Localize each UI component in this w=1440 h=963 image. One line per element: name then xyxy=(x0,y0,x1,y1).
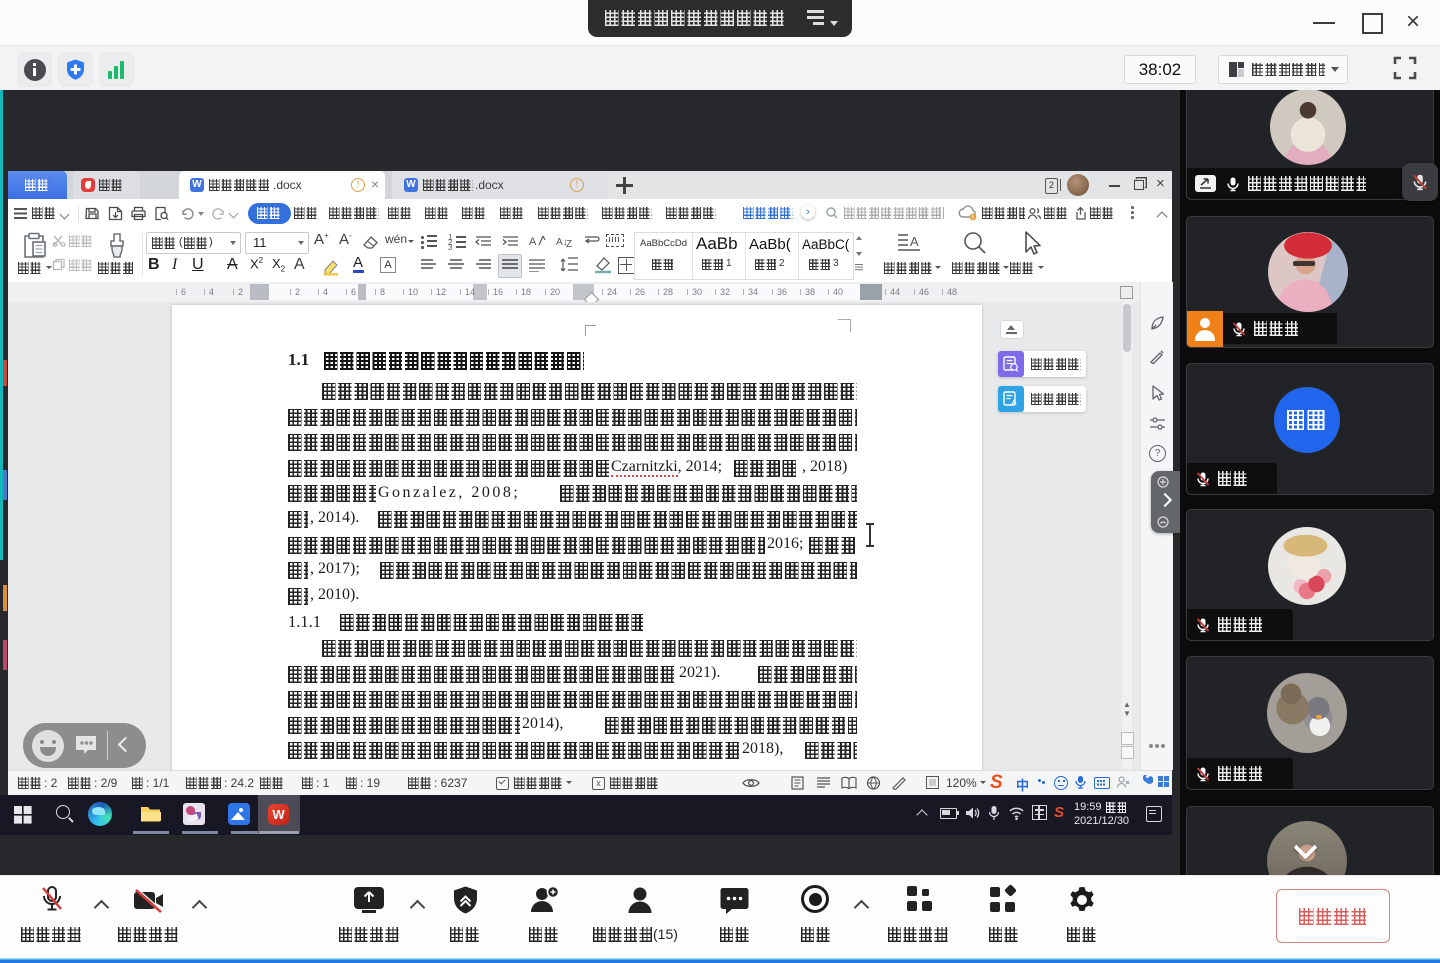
svg-text:A: A xyxy=(910,234,919,249)
svg-text:!: ! xyxy=(972,215,974,221)
svg-text:A: A xyxy=(529,236,537,248)
svg-text:Z: Z xyxy=(566,239,572,249)
